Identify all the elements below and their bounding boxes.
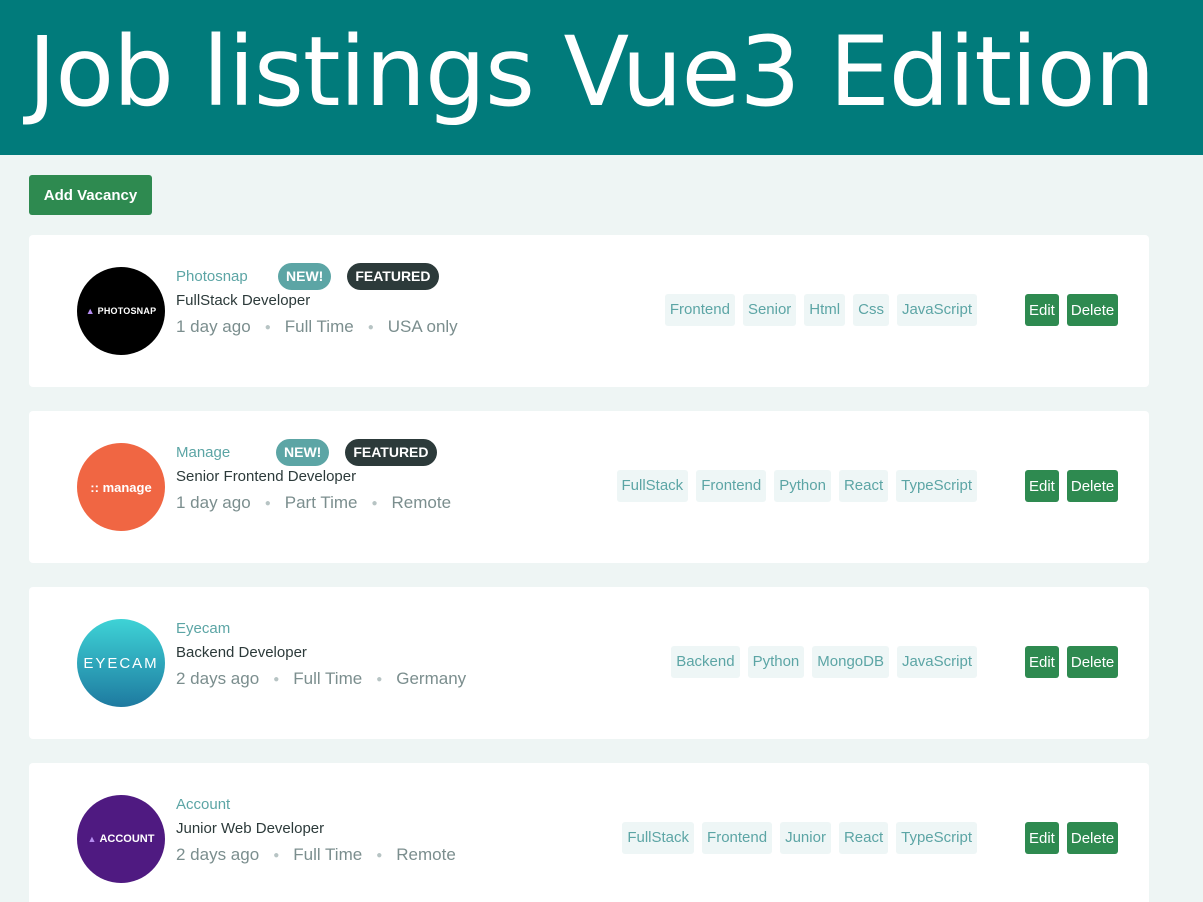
edit-button[interactable]: Edit: [1025, 294, 1059, 326]
tag-chip[interactable]: MongoDB: [812, 646, 889, 678]
featured-badge: FEATURED: [345, 439, 437, 466]
contract-type: Part Time: [284, 493, 358, 512]
logo-text: ACCOUNT: [99, 833, 155, 845]
company-logo: EYECAM: [77, 619, 165, 707]
separator-dot-icon: ●: [264, 497, 271, 509]
delete-button[interactable]: Delete: [1066, 470, 1119, 502]
tag-chip[interactable]: React: [838, 822, 889, 854]
tag-list: FullStack Frontend Junior React TypeScri…: [622, 822, 977, 854]
card-actions: Edit Delete: [1025, 822, 1119, 854]
new-badge: NEW!: [278, 263, 332, 290]
job-location: Remote: [396, 845, 456, 864]
job-position: FullStack Developer: [176, 292, 311, 309]
contract-type: Full Time: [284, 317, 354, 336]
job-meta: 1 day ago ● Part Time ● Remote: [176, 493, 451, 513]
card-actions: Edit Delete: [1025, 294, 1119, 326]
company-name: Eyecam: [176, 620, 231, 637]
separator-dot-icon: ●: [264, 321, 271, 333]
separator-dot-icon: ●: [376, 849, 383, 861]
job-location: Germany: [396, 669, 467, 688]
tag-list: FullStack Frontend Python React TypeScri…: [616, 470, 977, 502]
posted-at: 1 day ago: [176, 317, 251, 336]
tag-chip[interactable]: Python: [747, 646, 805, 678]
company-name: Account: [176, 796, 231, 813]
job-card-eyecam: EYECAM Eyecam Backend Developer 2 days a…: [29, 587, 1149, 739]
company-logo: :: manage: [77, 443, 165, 531]
page-title: Job listings Vue3 Edition: [28, 16, 1155, 128]
badge-group: NEW! FEATURED: [276, 439, 437, 466]
posted-at: 2 days ago: [176, 669, 260, 688]
job-card-photosnap: ▲ PHOTOSNAP Photosnap NEW! FEATURED Full…: [29, 235, 1149, 387]
contract-type: Full Time: [293, 669, 363, 688]
job-position: Senior Frontend Developer: [176, 468, 357, 485]
tag-chip[interactable]: Css: [853, 294, 889, 326]
company-logo: ▲ PHOTOSNAP: [77, 267, 165, 355]
edit-button[interactable]: Edit: [1025, 822, 1059, 854]
job-location: USA only: [387, 317, 458, 336]
triangle-icon: ▲: [85, 306, 95, 316]
contract-type: Full Time: [293, 845, 363, 864]
company-name: Photosnap: [176, 268, 248, 285]
page-header: Job listings Vue3 Edition: [0, 0, 1203, 155]
separator-dot-icon: ●: [273, 849, 280, 861]
job-location: Remote: [391, 493, 452, 512]
separator-dot-icon: ●: [273, 673, 280, 685]
job-position: Backend Developer: [176, 644, 307, 661]
tag-chip[interactable]: Frontend: [702, 822, 773, 854]
new-badge: NEW!: [276, 439, 330, 466]
tag-chip[interactable]: TypeScript: [896, 470, 977, 502]
card-actions: Edit Delete: [1025, 646, 1119, 678]
add-vacancy-button[interactable]: Add Vacancy: [29, 175, 152, 215]
tag-chip[interactable]: Html: [804, 294, 846, 326]
tag-chip[interactable]: TypeScript: [896, 822, 977, 854]
tag-chip[interactable]: Python: [774, 470, 831, 502]
job-meta: 2 days ago ● Full Time ● Germany: [176, 669, 466, 689]
tag-chip[interactable]: Backend: [671, 646, 740, 678]
tag-chip[interactable]: Senior: [742, 294, 797, 326]
posted-at: 2 days ago: [176, 845, 260, 864]
job-position: Junior Web Developer: [176, 820, 325, 837]
separator-dot-icon: ●: [367, 321, 374, 333]
logo-text: PHOTOSNAP: [97, 306, 157, 316]
logo-text: EYECAM: [83, 654, 159, 672]
company-name: Manage: [176, 444, 231, 461]
tag-chip[interactable]: JavaScript: [896, 646, 977, 678]
company-logo: ▲ ACCOUNT: [77, 795, 165, 883]
edit-button[interactable]: Edit: [1025, 470, 1059, 502]
tag-chip[interactable]: Frontend: [664, 294, 735, 326]
badge-group: NEW! FEATURED: [278, 263, 439, 290]
edit-button[interactable]: Edit: [1025, 646, 1059, 678]
tag-chip[interactable]: FullStack: [616, 470, 689, 502]
posted-at: 1 day ago: [176, 493, 251, 512]
job-card-manage: :: manage Manage NEW! FEATURED Senior Fr…: [29, 411, 1149, 563]
delete-button[interactable]: Delete: [1066, 646, 1119, 678]
tag-chip[interactable]: FullStack: [622, 822, 695, 854]
job-card-account: ▲ ACCOUNT Account Junior Web Developer 2…: [29, 763, 1149, 902]
tag-list: Backend Python MongoDB JavaScript: [671, 646, 977, 678]
separator-dot-icon: ●: [371, 497, 378, 509]
delete-button[interactable]: Delete: [1066, 822, 1119, 854]
tag-chip[interactable]: Frontend: [696, 470, 767, 502]
tag-list: Frontend Senior Html Css JavaScript: [664, 294, 977, 326]
card-actions: Edit Delete: [1025, 470, 1119, 502]
job-meta: 1 day ago ● Full Time ● USA only: [176, 317, 458, 337]
triangle-icon: ▲: [87, 834, 97, 844]
tag-chip[interactable]: JavaScript: [896, 294, 977, 326]
tag-chip[interactable]: Junior: [780, 822, 831, 854]
logo-text: :: manage: [90, 479, 152, 495]
delete-button[interactable]: Delete: [1066, 294, 1119, 326]
featured-badge: FEATURED: [347, 263, 439, 290]
job-meta: 2 days ago ● Full Time ● Remote: [176, 845, 456, 865]
tag-chip[interactable]: React: [838, 470, 889, 502]
separator-dot-icon: ●: [376, 673, 383, 685]
